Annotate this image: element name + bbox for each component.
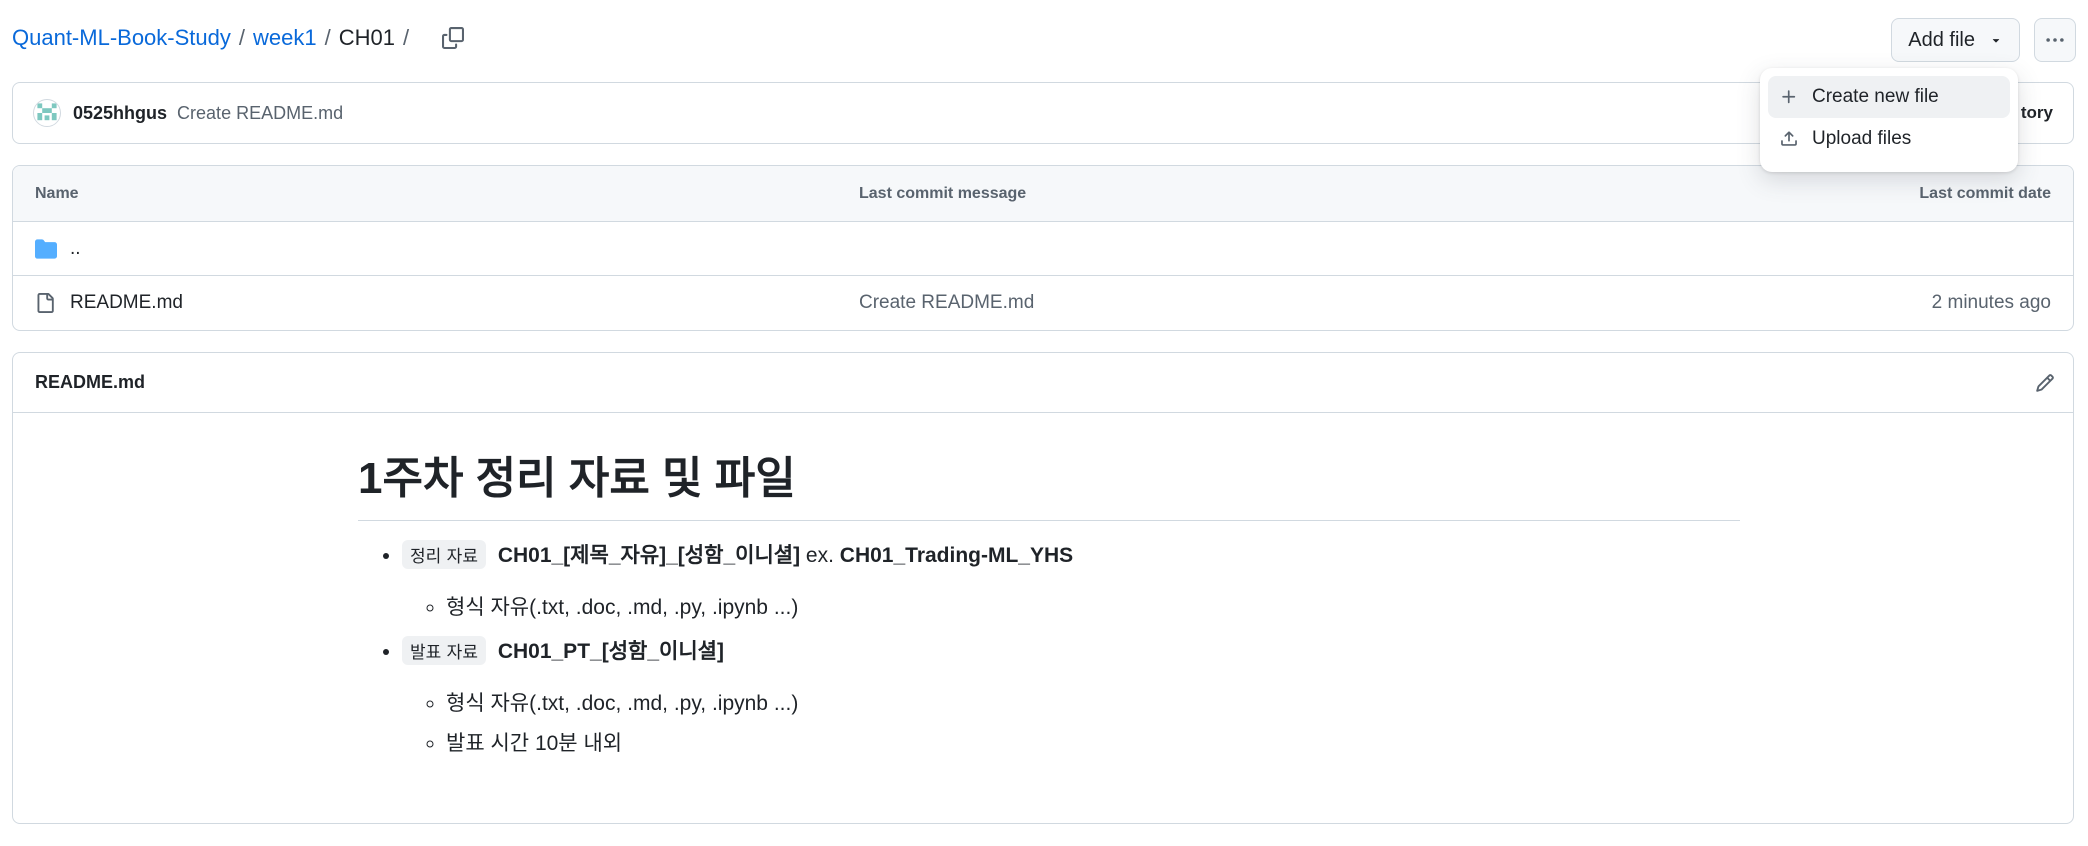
commit-author-link[interactable]: 0525hhgus [73,103,167,124]
file-icon [35,293,55,313]
edit-readme-button[interactable] [2035,373,2055,393]
breadcrumb-current: CH01 [338,25,395,50]
header-actions: Add file [1891,18,2076,62]
file-table: Name Last commit message Last commit dat… [12,165,2074,331]
readme-content: 1주차 정리 자료 및 파일 정리 자료 CH01_[제목_자유]_[성함_이니… [358,453,1740,771]
file-table-header: Name Last commit message Last commit dat… [13,166,2073,222]
column-header-name: Name [35,184,79,202]
triangle-down-icon [1992,39,2000,43]
list-item: 정리 자료 CH01_[제목_자유]_[성함_이니셜] ex. CH01_Tra… [402,539,1740,621]
readme-title: 1주차 정리 자료 및 파일 [358,453,1740,521]
history-link[interactable]: tory [2021,103,2053,123]
sub-list: 형식 자유(.txt, .doc, .md, .py, .ipynb ...) [402,591,1740,621]
code-tag: 발표 자료 [402,635,486,665]
upload-icon [1781,131,1797,146]
menu-item-label: Upload files [1812,128,1912,149]
plus-icon [1782,90,1796,104]
readme-list: 정리 자료 CH01_[제목_자유]_[성함_이니셜] ex. CH01_Tra… [358,539,1740,757]
example-filename: CH01_Trading-ML_YHS [839,543,1074,567]
sub-list-item: 형식 자유(.txt, .doc, .md, .py, .ipynb ...) [446,591,1740,621]
readme-header: README.md [13,353,2073,413]
file-commit-date: 2 minutes ago [1931,292,2051,313]
avatar[interactable] [33,99,61,127]
filename-format: CH01_[제목_자유]_[성함_이니셜] [497,543,801,567]
breadcrumb-separator: / [238,25,245,50]
breadcrumb: Quant-ML-Book-Study / week1 / CH01 / [12,25,417,51]
folder-icon [35,238,57,260]
column-header-date: Last commit date [1919,184,2051,202]
code-tag: 정리 자료 [402,539,486,569]
copy-path-button[interactable] [435,20,471,56]
sub-list: 형식 자유(.txt, .doc, .md, .py, .ipynb ...) … [402,687,1740,757]
sub-list-item: 형식 자유(.txt, .doc, .md, .py, .ipynb ...) [446,687,1740,717]
column-header-message: Last commit message [859,184,1027,202]
readme-filename[interactable]: README.md [35,372,145,393]
breadcrumb-separator: / [324,25,331,50]
filename-format: CH01_PT_[성함_이니셜] [497,639,724,663]
pencil-icon [2036,373,2054,392]
parent-directory-link[interactable]: .. [70,238,81,260]
breadcrumb-separator: / [402,25,410,50]
sub-list-item: 발표 시간 10분 내외 [446,727,1740,757]
copy-icon [442,27,465,49]
commit-message-link[interactable]: Create README.md [177,103,343,124]
identicon-icon [35,101,59,125]
kebab-horizontal-icon [2046,38,2064,42]
file-name-link[interactable]: README.md [70,292,183,314]
more-options-button[interactable] [2034,18,2076,62]
example-prefix: ex. [805,543,834,567]
file-commit-message-link[interactable]: Create README.md [859,292,1034,314]
breadcrumb-folder-link[interactable]: week1 [253,25,317,51]
parent-directory-row[interactable]: .. [13,222,2073,276]
add-file-label: Add file [1908,28,1975,51]
menu-item-create-new-file[interactable]: Create new file [1768,76,2010,118]
page-header: Quant-ML-Book-Study / week1 / CH01 / Add… [12,18,2076,62]
breadcrumb-repo-link[interactable]: Quant-ML-Book-Study [12,25,231,51]
add-file-button[interactable]: Add file [1891,18,2020,62]
menu-item-upload-files[interactable]: Upload files [1768,118,2010,160]
menu-item-label: Create new file [1812,86,1939,107]
add-file-dropdown-menu: Create new file Upload files [1760,68,2018,172]
table-row[interactable]: README.md Create README.md 2 minutes ago [13,276,2073,330]
list-item: 발표 자료 CH01_PT_[성함_이니셜] 형식 자유(.txt, .doc,… [402,635,1740,757]
readme-panel: README.md 1주차 정리 자료 및 파일 정리 자료 CH01_[제목_… [12,352,2074,824]
